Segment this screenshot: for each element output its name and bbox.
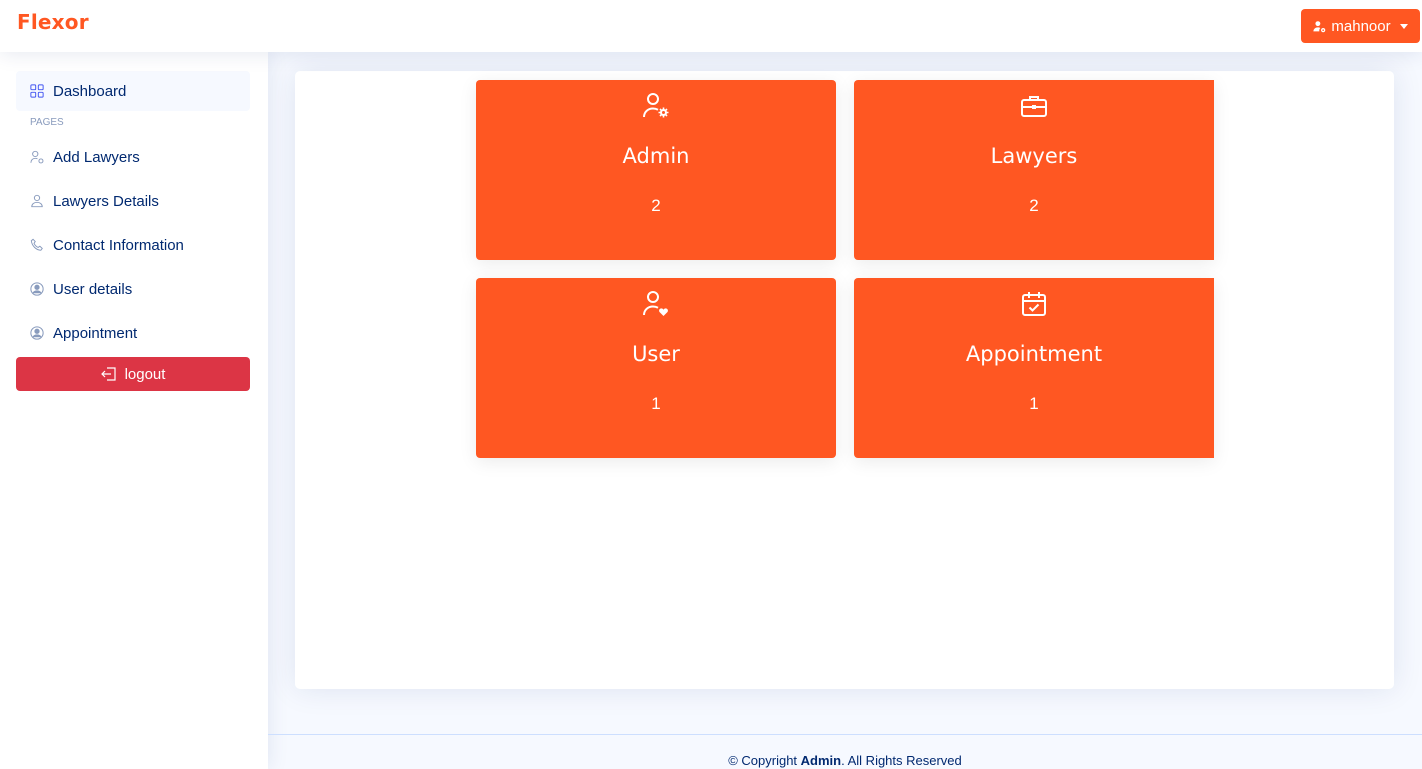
sidebar-item-label: Dashboard xyxy=(53,82,127,100)
stat-card-appointment[interactable]: Appointment 1 xyxy=(854,278,1214,458)
calendar-check-icon xyxy=(1020,290,1048,318)
sidebar-item-appointment[interactable]: Appointment xyxy=(16,313,250,353)
briefcase-icon xyxy=(1020,92,1048,120)
top-header: Flexor mahnoor xyxy=(0,0,1422,52)
person-icon xyxy=(31,194,43,208)
person-gear-icon xyxy=(30,150,44,164)
stat-title: Lawyers xyxy=(990,144,1078,168)
sidebar-item-dashboard[interactable]: Dashboard xyxy=(16,71,250,111)
person-heart-icon xyxy=(642,290,670,318)
pages-heading: PAGES xyxy=(30,117,64,128)
logout-label: logout xyxy=(124,365,166,383)
sidebar-item-lawyers-details[interactable]: Lawyers Details xyxy=(16,181,250,221)
stat-title: Appointment xyxy=(965,342,1103,366)
logo[interactable]: Flexor xyxy=(17,10,89,34)
grid-icon xyxy=(30,84,44,98)
sidebar-item-label: Add Lawyers xyxy=(53,148,140,166)
dashboard-card: Admin 2 Lawyers 2 User 1 Appointment 1 xyxy=(295,71,1394,689)
sidebar: Dashboard PAGES Add Lawyers Lawyers Deta… xyxy=(0,52,268,769)
sidebar-item-add-lawyers[interactable]: Add Lawyers xyxy=(16,137,250,177)
stat-title: Admin xyxy=(622,144,690,168)
copyright-brand: Admin xyxy=(800,753,842,768)
sidebar-item-label: Appointment xyxy=(53,324,138,342)
user-menu-button[interactable]: mahnoor xyxy=(1301,9,1420,43)
stat-count: 1 xyxy=(1029,394,1039,413)
sidebar-item-label: Contact Information xyxy=(53,236,184,254)
sidebar-item-label: User details xyxy=(53,280,133,298)
stat-card-admin[interactable]: Admin 2 xyxy=(476,80,836,260)
logout-icon xyxy=(100,367,116,381)
stat-count: 1 xyxy=(651,394,661,413)
user-name: mahnoor xyxy=(1331,17,1391,35)
stat-card-lawyers[interactable]: Lawyers 2 xyxy=(854,80,1214,260)
person-circle-icon xyxy=(30,326,44,340)
logout-button[interactable]: logout xyxy=(16,357,250,391)
stat-title: User xyxy=(632,342,680,366)
copyright-suffix: . All Rights Reserved xyxy=(841,753,962,768)
person-circle-icon xyxy=(30,282,44,296)
sidebar-item-contact-information[interactable]: Contact Information xyxy=(16,225,250,265)
stat-card-user[interactable]: User 1 xyxy=(476,278,836,458)
person-gear-icon xyxy=(1313,20,1326,32)
copyright-prefix: © Copyright xyxy=(728,753,801,768)
chevron-down-icon xyxy=(1399,23,1408,29)
phone-icon xyxy=(30,238,43,251)
person-gear-icon xyxy=(642,92,670,120)
sidebar-item-user-details[interactable]: User details xyxy=(16,269,250,309)
sidebar-item-label: Lawyers Details xyxy=(53,192,159,210)
stat-count: 2 xyxy=(651,196,661,215)
footer: © Copyright Admin. All Rights Reserved xyxy=(268,734,1422,769)
stat-count: 2 xyxy=(1029,196,1039,215)
